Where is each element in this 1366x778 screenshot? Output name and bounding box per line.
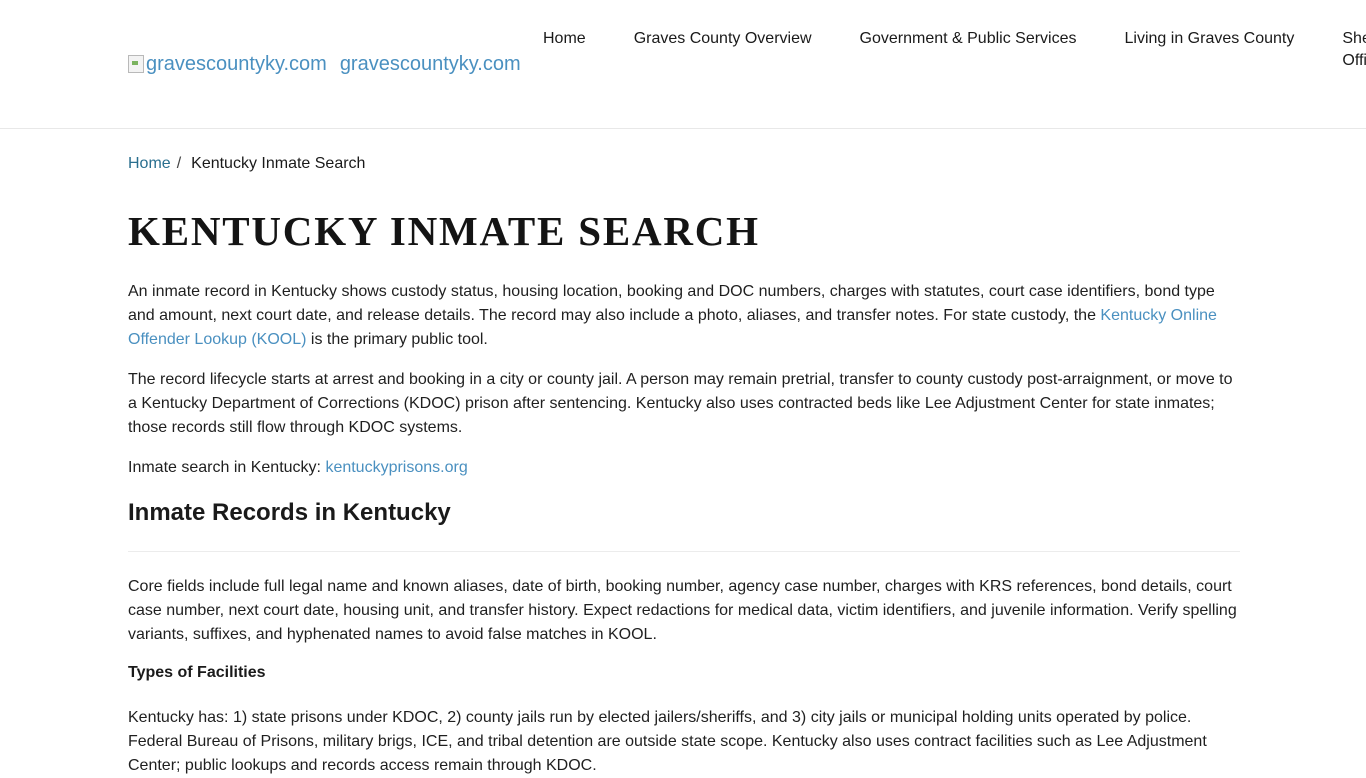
breadcrumb-separator: / — [176, 155, 182, 172]
breadcrumb-current: Kentucky Inmate Search — [191, 155, 366, 172]
logo-alt-text: gravescountyky.com — [146, 53, 327, 75]
search-label: Inmate search in Kentucky: — [128, 459, 326, 476]
breadcrumb: Home / Kentucky Inmate Search — [128, 154, 1240, 174]
logo-image: gravescountyky.com — [128, 50, 327, 78]
subheading-types-of-facilities: Types of Facilities — [128, 664, 266, 681]
search-paragraph: Inmate search in Kentucky: kentuckypriso… — [128, 456, 1240, 480]
broken-image-icon — [128, 55, 144, 73]
main-content: Home / Kentucky Inmate Search KENTUCKY INM… — [128, 129, 1240, 778]
site-logo-link[interactable]: gravescountyky.com gravescountyky.com — [128, 50, 521, 78]
section-divider — [128, 551, 1240, 552]
facilities-paragraph: Kentucky has: 1) state prisons under KDO… — [128, 709, 1207, 774]
kentuckyprisons-link[interactable]: kentuckyprisons.org — [325, 459, 467, 476]
core-fields-paragraph: Core fields include full legal name and … — [128, 578, 1237, 643]
nav-item-graves-county-overview[interactable]: Graves County Overview — [634, 28, 812, 72]
intro-paragraph: An inmate record in Kentucky shows custo… — [128, 280, 1240, 352]
page-title: KENTUCKY INMATE SEARCH — [128, 208, 760, 254]
site-name: gravescountyky.com — [339, 52, 521, 75]
nav-item-government-public-services[interactable]: Government & Public Services — [860, 28, 1077, 72]
nav-item-living-in-graves-county[interactable]: Living in Graves County — [1125, 28, 1295, 72]
section-heading-inmate-records: Inmate Records in Kentucky — [128, 499, 451, 526]
breadcrumb-home-link[interactable]: Home — [128, 155, 171, 172]
lifecycle-paragraph: The record lifecycle starts at arrest an… — [128, 371, 1233, 436]
intro-text-end: is the primary public tool. — [306, 331, 488, 348]
intro-text: An inmate record in Kentucky shows custo… — [128, 283, 1215, 324]
nav-item-sheriffs-office[interactable]: Sheriff's Office — [1342, 28, 1366, 72]
site-header: gravescountyky.com gravescountyky.com Ho… — [0, 0, 1366, 129]
main-nav: Home Graves County Overview Government &… — [543, 28, 1366, 72]
nav-item-home[interactable]: Home — [543, 28, 586, 72]
